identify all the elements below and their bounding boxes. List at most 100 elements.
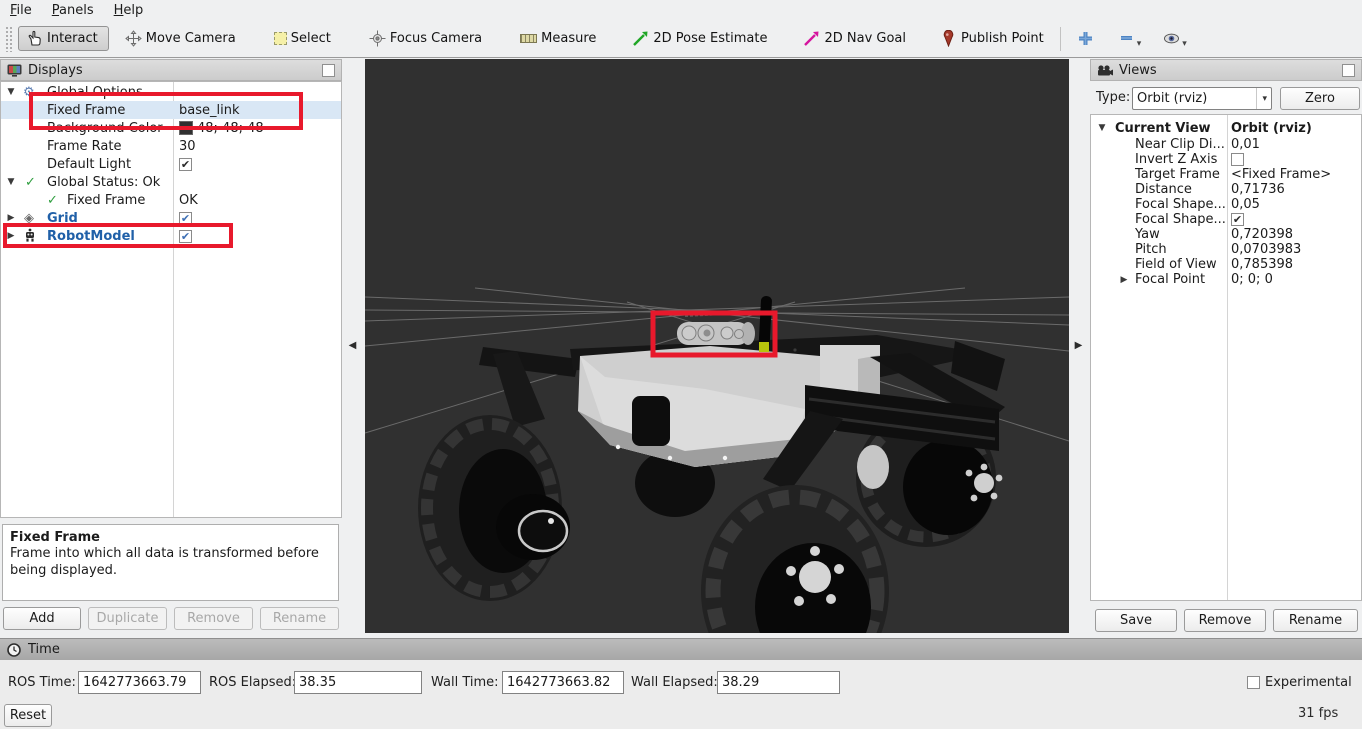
row-value[interactable]: <Fixed Frame>: [1231, 167, 1331, 182]
remove-display-button[interactable]: Remove: [174, 607, 253, 630]
toolbar-drag-handle[interactable]: [5, 26, 12, 52]
tree-row-grid[interactable]: ▶ ◈ Grid ✔: [1, 209, 341, 227]
tree-row-pitch[interactable]: Pitch 0,0703983: [1091, 242, 1361, 257]
add-display-button[interactable]: Add: [3, 607, 81, 630]
nav-goal-tool-button[interactable]: 2D Nav Goal: [795, 26, 914, 51]
row-value[interactable]: 0; 0; 0: [1231, 272, 1273, 287]
displays-panel-header[interactable]: Displays: [0, 59, 342, 81]
visibility-button[interactable]: ▾: [1155, 25, 1195, 53]
expander-icon[interactable]: ▶: [6, 213, 16, 223]
expander-icon[interactable]: ▶: [6, 231, 16, 241]
expander-icon[interactable]: ▼: [6, 87, 16, 97]
row-value[interactable]: 0,05: [1231, 197, 1260, 212]
row-value[interactable]: 0,720398: [1231, 227, 1293, 242]
tree-row-distance[interactable]: Distance 0,71736: [1091, 182, 1361, 197]
grid-enabled-checkbox[interactable]: ✔: [179, 212, 192, 225]
measure-tool-button[interactable]: Measure: [512, 27, 604, 50]
wall-time-input[interactable]: 1642773663.82: [502, 671, 624, 694]
float-panel-button[interactable]: [1342, 64, 1355, 77]
tree-row-focal-shape-fixed[interactable]: Focal Shape... ✔: [1091, 212, 1361, 227]
color-value[interactable]: 48; 48; 48: [179, 121, 264, 136]
row-value[interactable]: 0,785398: [1231, 257, 1293, 272]
pose-estimate-tool-button[interactable]: 2D Pose Estimate: [624, 26, 775, 51]
tool-label: Measure: [541, 31, 596, 46]
wall-elapsed-input[interactable]: 38.29: [717, 671, 840, 694]
interact-tool-button[interactable]: Interact: [18, 26, 109, 51]
tree-row-fixed-frame[interactable]: Fixed Frame base_link: [1, 101, 341, 119]
invert-z-checkbox[interactable]: [1231, 153, 1244, 166]
description-title: Fixed Frame: [10, 530, 331, 546]
checkbox-checked[interactable]: ✔: [179, 230, 192, 243]
frame-rate-value[interactable]: 30: [179, 139, 196, 154]
fixed-frame-value[interactable]: base_link: [179, 103, 239, 118]
chevron-down-icon: ▾: [1256, 88, 1267, 109]
row-value[interactable]: 0,01: [1231, 137, 1260, 152]
row-label: Fixed Frame: [67, 193, 145, 208]
tree-row-background-color[interactable]: Background Color 48; 48; 48: [1, 119, 341, 137]
tree-row-invert-z[interactable]: Invert Z Axis: [1091, 152, 1361, 167]
tree-row-near-clip[interactable]: Near Clip Di... 0,01: [1091, 137, 1361, 152]
row-value[interactable]: 0,71736: [1231, 182, 1285, 197]
tree-row-focal-point[interactable]: ▶ Focal Point 0; 0; 0: [1091, 272, 1361, 287]
tool-label: Publish Point: [961, 31, 1044, 46]
tool-label: 2D Pose Estimate: [653, 31, 767, 46]
crosshair-icon: [369, 30, 386, 47]
expander-icon[interactable]: ▶: [1119, 275, 1129, 285]
experimental-label: Experimental: [1265, 675, 1352, 690]
menu-file[interactable]: File: [0, 2, 42, 19]
zero-view-button[interactable]: Zero: [1280, 87, 1360, 110]
tool-label: Select: [291, 31, 331, 46]
tree-row-global-status[interactable]: ▼ ✓ Global Status: Ok: [1, 173, 341, 191]
remove-view-button[interactable]: Remove: [1184, 609, 1266, 632]
view-type-select[interactable]: Orbit (rviz) ▾: [1132, 87, 1272, 110]
focus-camera-tool-button[interactable]: Focus Camera: [361, 26, 490, 51]
tree-row-fixed-frame-status[interactable]: ✓ Fixed Frame OK: [1, 191, 341, 209]
checkbox-unchecked[interactable]: [1231, 153, 1244, 166]
row-value[interactable]: 0,0703983: [1231, 242, 1301, 257]
select-tool-button[interactable]: Select: [266, 27, 339, 50]
tree-row-global-options[interactable]: ▼ ⚙ Global Options: [1, 83, 341, 101]
view-type-value: Orbit (rviz): [1137, 91, 1207, 106]
status-ok-icon: ✓: [47, 194, 58, 207]
views-panel-header[interactable]: Views: [1090, 59, 1362, 81]
tree-row-focal-shape-size[interactable]: Focal Shape... 0,05: [1091, 197, 1361, 212]
experimental-checkbox[interactable]: [1247, 676, 1260, 689]
expander-icon[interactable]: ▼: [6, 177, 16, 187]
tree-row-current-view[interactable]: ▼ Current View Orbit (rviz): [1091, 119, 1361, 137]
rviz-window: File Panels Help Interact Move Camera Se…: [0, 0, 1362, 729]
default-light-checkbox[interactable]: ✔: [179, 158, 192, 171]
float-panel-button[interactable]: [322, 64, 335, 77]
robotmodel-enabled-checkbox[interactable]: ✔: [179, 230, 192, 243]
row-label: Near Clip Di...: [1135, 137, 1225, 152]
expander-icon[interactable]: ▼: [1097, 123, 1107, 133]
tree-row-frame-rate[interactable]: Frame Rate 30: [1, 137, 341, 155]
time-panel-header[interactable]: Time: [0, 638, 1362, 660]
move-camera-tool-button[interactable]: Move Camera: [117, 26, 244, 51]
checkbox-checked[interactable]: ✔: [179, 212, 192, 225]
rename-display-button[interactable]: Rename: [260, 607, 339, 630]
tree-row-target-frame[interactable]: Target Frame <Fixed Frame>: [1091, 167, 1361, 182]
checkbox-checked[interactable]: ✔: [179, 158, 192, 171]
description-body: Frame into which all data is transformed…: [10, 546, 331, 579]
menu-help[interactable]: Help: [104, 2, 154, 19]
tree-row-field-of-view[interactable]: Field of View 0,785398: [1091, 257, 1361, 272]
focal-shape-checkbox[interactable]: ✔: [1231, 213, 1244, 226]
reset-time-button[interactable]: Reset: [4, 704, 52, 727]
panel-title: Time: [28, 642, 60, 657]
menu-panels[interactable]: Panels: [42, 2, 104, 19]
ros-time-input[interactable]: 1642773663.79: [78, 671, 201, 694]
3d-viewport[interactable]: [365, 59, 1069, 633]
duplicate-display-button[interactable]: Duplicate: [88, 607, 167, 630]
save-view-button[interactable]: Save: [1095, 609, 1177, 632]
collapse-right-panel-button[interactable]: ▶: [1072, 338, 1085, 352]
tree-row-robotmodel[interactable]: ▶ RobotModel ✔: [1, 227, 341, 245]
rename-view-button[interactable]: Rename: [1273, 609, 1358, 632]
checkbox-checked[interactable]: ✔: [1231, 213, 1244, 226]
tree-row-default-light[interactable]: Default Light ✔: [1, 155, 341, 173]
collapse-left-panel-button[interactable]: ◀: [346, 338, 359, 352]
zoom-out-button[interactable]: ▾: [1110, 25, 1150, 53]
ros-elapsed-input[interactable]: 38.35: [294, 671, 422, 694]
publish-point-tool-button[interactable]: Publish Point: [932, 26, 1052, 51]
tree-row-yaw[interactable]: Yaw 0,720398: [1091, 227, 1361, 242]
zoom-in-button[interactable]: [1069, 26, 1102, 51]
